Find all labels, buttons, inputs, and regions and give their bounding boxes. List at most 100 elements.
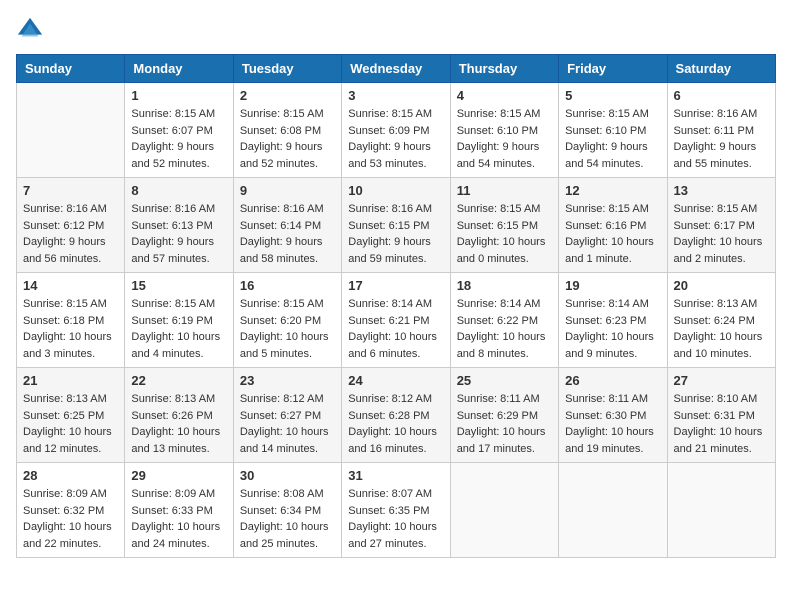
day-number: 7 xyxy=(23,183,118,198)
day-number: 18 xyxy=(457,278,552,293)
day-info: Sunrise: 8:15 AM Sunset: 6:10 PM Dayligh… xyxy=(565,106,660,172)
calendar-day-header: Saturday xyxy=(667,55,775,83)
calendar-week-row: 21 Sunrise: 8:13 AM Sunset: 6:25 PM Dayli… xyxy=(17,368,776,463)
day-info: Sunrise: 8:13 AM Sunset: 6:26 PM Dayligh… xyxy=(131,391,226,457)
day-info: Sunrise: 8:14 AM Sunset: 6:21 PM Dayligh… xyxy=(348,296,443,362)
calendar-cell: 17 Sunrise: 8:14 AM Sunset: 6:21 PM Dayli… xyxy=(342,273,450,368)
calendar-cell: 3 Sunrise: 8:15 AM Sunset: 6:09 PM Daylig… xyxy=(342,83,450,178)
calendar-cell: 29 Sunrise: 8:09 AM Sunset: 6:33 PM Dayli… xyxy=(125,463,233,558)
day-info: Sunrise: 8:15 AM Sunset: 6:20 PM Dayligh… xyxy=(240,296,335,362)
day-number: 11 xyxy=(457,183,552,198)
calendar-day-header: Thursday xyxy=(450,55,558,83)
calendar-week-row: 7 Sunrise: 8:16 AM Sunset: 6:12 PM Daylig… xyxy=(17,178,776,273)
day-number: 29 xyxy=(131,468,226,483)
calendar-cell: 18 Sunrise: 8:14 AM Sunset: 6:22 PM Dayli… xyxy=(450,273,558,368)
day-info: Sunrise: 8:10 AM Sunset: 6:31 PM Dayligh… xyxy=(674,391,769,457)
calendar-cell: 1Sunrise: 8:15 AM Sunset: 6:07 PM Daylig… xyxy=(125,83,233,178)
calendar-cell: 20 Sunrise: 8:13 AM Sunset: 6:24 PM Dayli… xyxy=(667,273,775,368)
day-info: Sunrise: 8:09 AM Sunset: 6:32 PM Dayligh… xyxy=(23,486,118,552)
logo-icon xyxy=(16,16,44,44)
day-info: Sunrise: 8:07 AM Sunset: 6:35 PM Dayligh… xyxy=(348,486,443,552)
day-info: Sunrise: 8:16 AM Sunset: 6:15 PM Dayligh… xyxy=(348,201,443,267)
day-number: 27 xyxy=(674,373,769,388)
calendar-cell: 10 Sunrise: 8:16 AM Sunset: 6:15 PM Dayli… xyxy=(342,178,450,273)
day-number: 25 xyxy=(457,373,552,388)
calendar-cell: 15 Sunrise: 8:15 AM Sunset: 6:19 PM Dayli… xyxy=(125,273,233,368)
day-number: 10 xyxy=(348,183,443,198)
calendar-cell: 11Sunrise: 8:15 AM Sunset: 6:15 PM Dayli… xyxy=(450,178,558,273)
day-number: 5 xyxy=(565,88,660,103)
day-info: Sunrise: 8:16 AM Sunset: 6:11 PM Dayligh… xyxy=(674,106,769,172)
calendar-cell: 27 Sunrise: 8:10 AM Sunset: 6:31 PM Dayli… xyxy=(667,368,775,463)
calendar-day-header: Sunday xyxy=(17,55,125,83)
calendar-cell xyxy=(17,83,125,178)
day-number: 20 xyxy=(674,278,769,293)
day-number: 9 xyxy=(240,183,335,198)
calendar-cell xyxy=(559,463,667,558)
day-info: Sunrise: 8:15 AM Sunset: 6:18 PM Dayligh… xyxy=(23,296,118,362)
day-info: Sunrise: 8:16 AM Sunset: 6:12 PM Dayligh… xyxy=(23,201,118,267)
calendar-week-row: 28 Sunrise: 8:09 AM Sunset: 6:32 PM Dayli… xyxy=(17,463,776,558)
calendar-cell xyxy=(667,463,775,558)
calendar-cell: 22 Sunrise: 8:13 AM Sunset: 6:26 PM Dayli… xyxy=(125,368,233,463)
day-info: Sunrise: 8:15 AM Sunset: 6:09 PM Dayligh… xyxy=(348,106,443,172)
calendar-cell: 21 Sunrise: 8:13 AM Sunset: 6:25 PM Dayli… xyxy=(17,368,125,463)
day-info: Sunrise: 8:14 AM Sunset: 6:23 PM Dayligh… xyxy=(565,296,660,362)
day-info: Sunrise: 8:12 AM Sunset: 6:27 PM Dayligh… xyxy=(240,391,335,457)
day-number: 2 xyxy=(240,88,335,103)
calendar-cell: 9Sunrise: 8:16 AM Sunset: 6:14 PM Daylig… xyxy=(233,178,341,273)
calendar-cell: 26 Sunrise: 8:11 AM Sunset: 6:30 PM Dayli… xyxy=(559,368,667,463)
day-info: Sunrise: 8:14 AM Sunset: 6:22 PM Dayligh… xyxy=(457,296,552,362)
day-number: 8 xyxy=(131,183,226,198)
day-info: Sunrise: 8:13 AM Sunset: 6:24 PM Dayligh… xyxy=(674,296,769,362)
day-number: 12 xyxy=(565,183,660,198)
logo xyxy=(16,16,48,44)
calendar-cell: 7 Sunrise: 8:16 AM Sunset: 6:12 PM Daylig… xyxy=(17,178,125,273)
day-info: Sunrise: 8:15 AM Sunset: 6:07 PM Dayligh… xyxy=(131,106,226,172)
day-number: 30 xyxy=(240,468,335,483)
calendar-cell xyxy=(450,463,558,558)
day-number: 31 xyxy=(348,468,443,483)
calendar-cell: 19Sunrise: 8:14 AM Sunset: 6:23 PM Dayli… xyxy=(559,273,667,368)
calendar-table: SundayMondayTuesdayWednesdayThursdayFrid… xyxy=(16,54,776,558)
calendar-cell: 2 Sunrise: 8:15 AM Sunset: 6:08 PM Daylig… xyxy=(233,83,341,178)
calendar-cell: 25 Sunrise: 8:11 AM Sunset: 6:29 PM Dayli… xyxy=(450,368,558,463)
day-number: 6 xyxy=(674,88,769,103)
calendar-cell: 5 Sunrise: 8:15 AM Sunset: 6:10 PM Daylig… xyxy=(559,83,667,178)
day-info: Sunrise: 8:13 AM Sunset: 6:25 PM Dayligh… xyxy=(23,391,118,457)
day-number: 26 xyxy=(565,373,660,388)
calendar-day-header: Tuesday xyxy=(233,55,341,83)
day-info: Sunrise: 8:11 AM Sunset: 6:29 PM Dayligh… xyxy=(457,391,552,457)
day-info: Sunrise: 8:08 AM Sunset: 6:34 PM Dayligh… xyxy=(240,486,335,552)
day-info: Sunrise: 8:09 AM Sunset: 6:33 PM Dayligh… xyxy=(131,486,226,552)
day-info: Sunrise: 8:15 AM Sunset: 6:16 PM Dayligh… xyxy=(565,201,660,267)
calendar-cell: 28 Sunrise: 8:09 AM Sunset: 6:32 PM Dayli… xyxy=(17,463,125,558)
day-number: 3 xyxy=(348,88,443,103)
day-number: 17 xyxy=(348,278,443,293)
calendar-cell: 4 Sunrise: 8:15 AM Sunset: 6:10 PM Daylig… xyxy=(450,83,558,178)
calendar-day-header: Monday xyxy=(125,55,233,83)
calendar-week-row: 14 Sunrise: 8:15 AM Sunset: 6:18 PM Dayli… xyxy=(17,273,776,368)
day-number: 15 xyxy=(131,278,226,293)
day-info: Sunrise: 8:15 AM Sunset: 6:17 PM Dayligh… xyxy=(674,201,769,267)
day-number: 16 xyxy=(240,278,335,293)
day-info: Sunrise: 8:15 AM Sunset: 6:08 PM Dayligh… xyxy=(240,106,335,172)
day-number: 14 xyxy=(23,278,118,293)
day-info: Sunrise: 8:11 AM Sunset: 6:30 PM Dayligh… xyxy=(565,391,660,457)
day-number: 13 xyxy=(674,183,769,198)
calendar-cell: 23 Sunrise: 8:12 AM Sunset: 6:27 PM Dayli… xyxy=(233,368,341,463)
day-number: 23 xyxy=(240,373,335,388)
day-number: 28 xyxy=(23,468,118,483)
day-info: Sunrise: 8:16 AM Sunset: 6:13 PM Dayligh… xyxy=(131,201,226,267)
day-number: 22 xyxy=(131,373,226,388)
day-info: Sunrise: 8:15 AM Sunset: 6:19 PM Dayligh… xyxy=(131,296,226,362)
calendar-cell: 12 Sunrise: 8:15 AM Sunset: 6:16 PM Dayli… xyxy=(559,178,667,273)
day-number: 21 xyxy=(23,373,118,388)
day-info: Sunrise: 8:12 AM Sunset: 6:28 PM Dayligh… xyxy=(348,391,443,457)
day-number: 4 xyxy=(457,88,552,103)
calendar-cell: 24Sunrise: 8:12 AM Sunset: 6:28 PM Dayli… xyxy=(342,368,450,463)
calendar-cell: 8 Sunrise: 8:16 AM Sunset: 6:13 PM Daylig… xyxy=(125,178,233,273)
day-info: Sunrise: 8:15 AM Sunset: 6:10 PM Dayligh… xyxy=(457,106,552,172)
calendar-week-row: 1Sunrise: 8:15 AM Sunset: 6:07 PM Daylig… xyxy=(17,83,776,178)
calendar-cell: 13 Sunrise: 8:15 AM Sunset: 6:17 PM Dayli… xyxy=(667,178,775,273)
